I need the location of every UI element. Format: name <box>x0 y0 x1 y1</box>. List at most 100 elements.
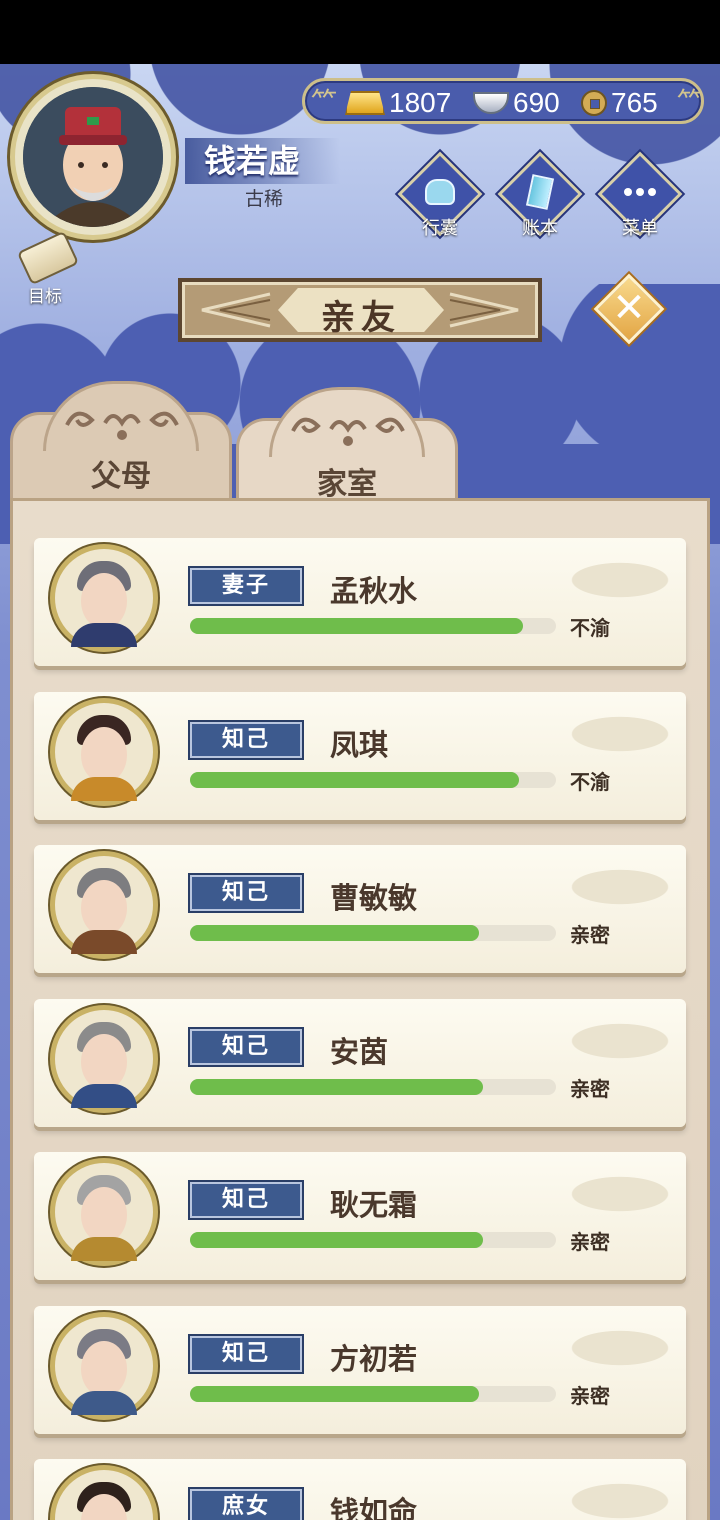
relation-role-badge: 知己 <box>190 875 302 911</box>
relation-portrait <box>50 698 158 806</box>
menu-label: 菜单 <box>622 218 658 239</box>
portrait-face <box>81 727 127 783</box>
ledger-label: 账本 <box>522 218 558 239</box>
coin-currency: 765 <box>581 87 658 119</box>
portrait-robe <box>71 623 137 647</box>
gold-currency: 1807 <box>345 87 451 119</box>
relation-card[interactable]: 知己 安茵亲密 <box>34 999 686 1127</box>
relation-portrait <box>50 1312 158 1420</box>
relation-card[interactable]: 知己 方初若亲密 <box>34 1306 686 1434</box>
relation-card[interactable]: 庶女 钱如命 <box>34 1459 686 1520</box>
wave-decoration <box>536 550 676 610</box>
player-name: 钱若虚 <box>204 142 301 180</box>
title-banner: 亲友 <box>178 278 542 342</box>
affinity-bar-fill <box>190 1232 483 1248</box>
affinity-bar-fill <box>190 1079 483 1095</box>
relation-role-badge: 知己 <box>190 1182 302 1218</box>
relation-name: 方初若 <box>330 1342 418 1376</box>
bag-button[interactable]: 行囊 <box>397 151 483 242</box>
relation-role-badge: 知己 <box>190 1029 302 1065</box>
affinity-bar-fill <box>190 618 524 634</box>
portrait-robe <box>71 930 137 954</box>
goal-label: 目标 <box>28 287 62 307</box>
relation-portrait <box>50 851 158 959</box>
bamboo-right-icon: ⺮ <box>677 88 704 118</box>
wave-decoration <box>536 1471 676 1520</box>
relation-name: 安茵 <box>330 1035 389 1069</box>
gold-amount: 1807 <box>389 87 452 118</box>
affinity-bar-fill <box>190 925 480 941</box>
affinity-bar <box>190 772 556 788</box>
bag-label: 行囊 <box>422 218 458 239</box>
affinity-bar-fill <box>190 772 520 788</box>
menu-button[interactable]: 菜单 <box>597 151 683 242</box>
wave-decoration <box>536 1011 676 1071</box>
relation-role-badge: 知己 <box>190 1336 302 1372</box>
tab-family-label: 家室 <box>317 467 377 502</box>
player-age-title: 古稀 <box>245 188 284 210</box>
gold-ingot-icon <box>345 91 385 115</box>
relation-name: 凤琪 <box>330 728 389 762</box>
relation-status: 亲密 <box>570 923 610 947</box>
affinity-bar <box>190 1232 556 1248</box>
relation-name: 孟秋水 <box>330 574 418 608</box>
relation-name: 曹敏敏 <box>330 881 418 915</box>
relation-status: 亲密 <box>570 1230 610 1254</box>
relation-name: 耿无霜 <box>330 1188 418 1222</box>
portrait-face <box>81 573 127 629</box>
relation-portrait <box>50 544 158 652</box>
status-bar <box>0 0 720 64</box>
affinity-bar <box>190 1079 556 1095</box>
portrait-robe <box>71 777 137 801</box>
player-portrait <box>23 87 163 227</box>
coin-amount: 765 <box>611 87 658 118</box>
silver-amount: 690 <box>513 87 560 118</box>
portrait-robe <box>71 1391 137 1415</box>
cloud-swirl-icon <box>65 411 179 440</box>
affinity-bar-fill <box>190 1386 480 1402</box>
cloud-swirl-icon <box>291 417 405 446</box>
relation-status: 不渝 <box>570 770 610 794</box>
copper-coin-icon <box>581 90 607 116</box>
relation-status: 亲密 <box>570 1077 610 1101</box>
relation-status: 不渝 <box>570 616 610 640</box>
chevron-right-decoration <box>449 292 519 328</box>
portrait-face <box>81 1341 127 1397</box>
player-avatar[interactable] <box>10 74 176 240</box>
silver-currency: 690 <box>473 87 560 119</box>
wave-decoration <box>536 704 676 764</box>
affinity-bar <box>190 925 556 941</box>
portrait-face <box>81 880 127 936</box>
scroll-icon <box>16 230 80 286</box>
goal-button[interactable]: 目标 <box>10 230 80 307</box>
relation-role-badge: 知己 <box>190 722 302 758</box>
currency-bar: ⺮ 1807 690 765 ⺮ <box>302 78 704 124</box>
affinity-bar <box>190 618 556 634</box>
relation-status: 亲密 <box>570 1384 610 1408</box>
more-dots-icon <box>622 174 658 210</box>
wave-decoration <box>536 1164 676 1224</box>
affinity-bar <box>190 1386 556 1402</box>
portrait-robe <box>71 1084 137 1108</box>
page-title: 亲友 <box>321 298 401 338</box>
relation-name: 钱如命 <box>330 1495 418 1520</box>
chevron-left-decoration <box>201 292 271 328</box>
close-icon: ✕ <box>612 285 646 331</box>
wave-decoration <box>536 1318 676 1378</box>
relation-role-badge: 庶女 <box>190 1489 302 1520</box>
book-icon <box>522 174 558 210</box>
bamboo-left-icon: ⺮ <box>311 88 338 118</box>
relation-portrait <box>50 1005 158 1113</box>
portrait-robe <box>71 1237 137 1261</box>
wave-decoration <box>536 857 676 917</box>
relation-card[interactable]: 妻子 孟秋水不渝 <box>34 538 686 666</box>
relation-card[interactable]: 知己 耿无霜亲密 <box>34 1152 686 1280</box>
relation-card[interactable]: 知己 凤琪不渝 <box>34 692 686 820</box>
relation-role-badge: 妻子 <box>190 568 302 604</box>
ledger-button[interactable]: 账本 <box>497 151 583 242</box>
silver-ingot-icon <box>473 92 509 114</box>
portrait-face <box>81 1034 127 1090</box>
bag-icon <box>422 174 458 210</box>
tab-parents-label: 父母 <box>91 459 151 494</box>
relation-card[interactable]: 知己 曹敏敏亲密 <box>34 845 686 973</box>
